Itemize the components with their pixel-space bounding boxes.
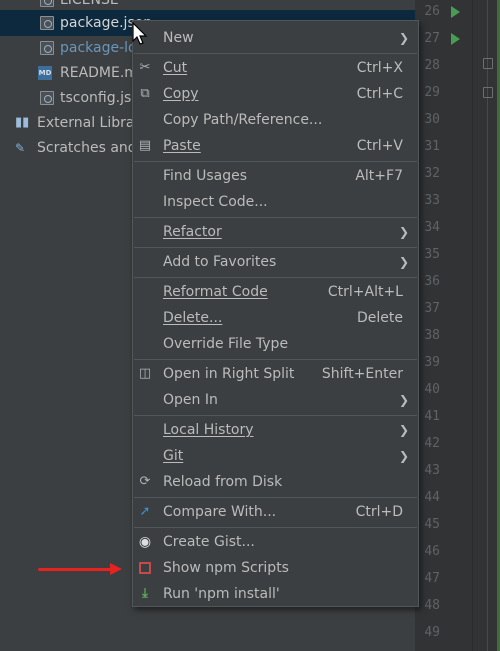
menu-item-find-usages[interactable]: Find Usages Alt+F7: [133, 163, 418, 189]
chevron-right-icon: ❯: [398, 31, 409, 45]
annotation-arrow-head: [110, 563, 122, 575]
menu-item-compare-with[interactable]: ➚ Compare With... Ctrl+D: [133, 499, 418, 525]
copy-icon: ⧉: [140, 86, 150, 101]
compare-icon: ➚: [139, 504, 151, 519]
menu-item-copy-path[interactable]: Copy Path/Reference...: [133, 107, 418, 133]
scissors-icon: ✂: [139, 60, 151, 75]
menu-item-local-history[interactable]: Local History ❯: [133, 417, 418, 443]
menu-item-delete[interactable]: Delete... Delete: [133, 305, 418, 331]
menu-item-show-npm-scripts[interactable]: Show npm Scripts: [133, 555, 418, 581]
menu-item-refactor[interactable]: Refactor ❯: [133, 219, 418, 245]
menu-item-open-in[interactable]: Open In ❯: [133, 387, 418, 413]
menu-separator: [134, 53, 417, 54]
fold-icon[interactable]: [483, 58, 493, 69]
json-file-icon: [40, 41, 54, 55]
menu-item-inspect-code[interactable]: Inspect Code...: [133, 189, 418, 215]
menu-separator: [134, 247, 417, 248]
menu-separator: [134, 217, 417, 218]
fold-icon[interactable]: [483, 87, 493, 98]
menu-item-reformat-code[interactable]: Reformat Code Ctrl+Alt+L: [133, 279, 418, 305]
json-file-icon: [40, 16, 54, 30]
menu-item-override-file-type[interactable]: Override File Type: [133, 331, 418, 357]
menu-item-run-npm-install[interactable]: ⤓ Run 'npm install': [133, 581, 418, 607]
run-icon[interactable]: [451, 33, 460, 45]
download-icon: ⤓: [142, 586, 148, 601]
libraries-icon: ▮▮: [15, 115, 30, 130]
menu-item-cut[interactable]: ✂ Cut Ctrl+X: [133, 55, 418, 81]
menu-separator: [134, 415, 417, 416]
chevron-right-icon: ❯: [398, 423, 409, 437]
menu-separator: [134, 277, 417, 278]
chevron-right-icon: ❯: [398, 393, 409, 407]
mouse-cursor-icon: [132, 22, 148, 45]
reload-icon: ⟳: [139, 474, 151, 489]
menu-separator: [134, 161, 417, 162]
menu-item-add-to-favorites[interactable]: Add to Favorites ❯: [133, 249, 418, 275]
chevron-right-icon: ❯: [398, 225, 409, 239]
menu-item-paste[interactable]: ▤ Paste Ctrl+V: [133, 133, 418, 159]
tree-item-readme[interactable]: MD README.m: [0, 60, 138, 86]
scratches-icon: ✎: [15, 141, 26, 155]
menu-item-reload-from-disk[interactable]: ⟳ Reload from Disk: [133, 469, 418, 495]
annotation-arrow-line: [38, 568, 114, 571]
tree-item-tsconfig[interactable]: tsconfig.jso: [0, 85, 140, 111]
menu-separator: [134, 359, 417, 360]
clipboard-icon: ▤: [138, 138, 152, 153]
menu-item-create-gist[interactable]: ◉ Create Gist...: [133, 529, 418, 555]
json-file-icon: [40, 91, 54, 105]
tree-item-scratches[interactable]: ✎ Scratches and: [0, 135, 137, 161]
gutter-divider: [472, 0, 473, 651]
chevron-right-icon: ❯: [398, 449, 409, 463]
npm-icon: [137, 560, 153, 576]
tree-item-package-lock[interactable]: package-lo: [0, 35, 137, 61]
menu-item-new[interactable]: New ❯: [133, 25, 418, 51]
menu-separator: [134, 527, 417, 528]
run-icon[interactable]: [451, 6, 460, 18]
context-menu: New ❯ ✂ Cut Ctrl+X ⧉ Copy Ctrl+C Copy Pa…: [132, 20, 419, 607]
github-icon: ◉: [138, 534, 152, 550]
menu-separator: [134, 497, 417, 498]
tree-item-external-libraries[interactable]: ▮▮ External Librar: [0, 110, 140, 136]
line-number: 49: [424, 625, 440, 640]
file-icon: [40, 0, 54, 7]
menu-item-open-in-right-split[interactable]: ◫ Open in Right Split Shift+Enter: [133, 361, 418, 387]
menu-item-git[interactable]: Git ❯: [133, 443, 418, 469]
chevron-right-icon: ❯: [398, 255, 409, 269]
markdown-file-icon: MD: [38, 66, 52, 80]
split-icon: ◫: [138, 366, 152, 381]
menu-item-copy[interactable]: ⧉ Copy Ctrl+C: [133, 81, 418, 107]
